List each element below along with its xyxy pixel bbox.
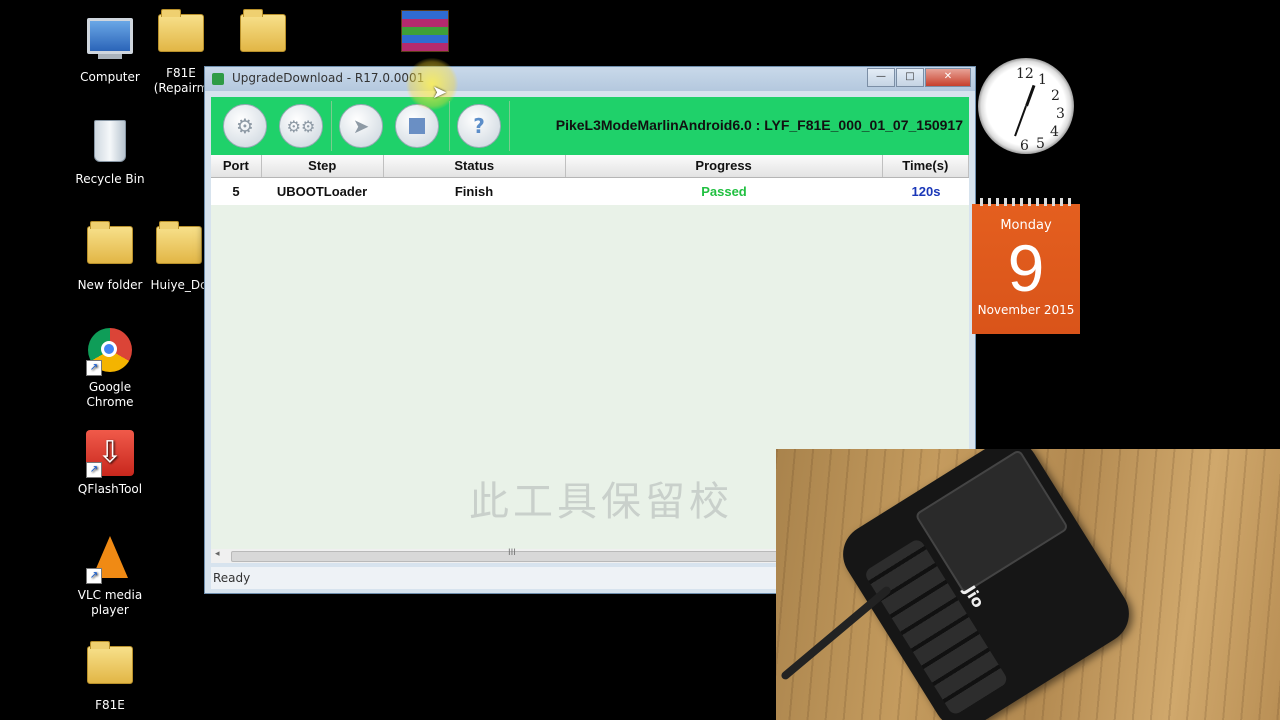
clock-face: 12 1 2 3 4 5 6 xyxy=(978,58,1074,154)
clock-number: 6 xyxy=(1020,138,1029,154)
desktop-icon-label: Google Chrome xyxy=(86,380,134,409)
desktop-icon-folder[interactable] xyxy=(228,8,298,66)
toolbar-separator xyxy=(509,101,510,151)
clock-gadget[interactable]: 12 1 2 3 4 5 6 xyxy=(978,58,1074,176)
calendar-rings xyxy=(980,198,1072,206)
help-icon: ? xyxy=(473,114,485,138)
clock-number: 1 xyxy=(1038,72,1047,88)
desktop-icon-qflashtool[interactable]: ⇩ ↗ QFlashTool xyxy=(75,430,145,497)
cell-progress: Passed xyxy=(701,184,747,199)
cell-time: 120s xyxy=(911,184,941,199)
clock-number: 4 xyxy=(1050,124,1059,140)
close-button[interactable]: ✕ xyxy=(925,68,971,87)
clock-number: 3 xyxy=(1056,106,1065,122)
chrome-icon: ↗ xyxy=(86,328,134,376)
computer-icon xyxy=(86,18,134,66)
scroll-left-icon[interactable]: ◂ xyxy=(215,549,220,559)
clock-hour-hand xyxy=(1025,84,1036,107)
desktop-icon-huiye[interactable]: Huiye_Do xyxy=(150,220,208,293)
mouse-cursor-icon: ➤ xyxy=(432,82,448,103)
maximize-button[interactable]: □ xyxy=(896,68,924,87)
desktop-icon-new-folder[interactable]: New folder xyxy=(75,220,145,293)
column-header-status[interactable]: Status xyxy=(384,155,566,177)
table-header: Port Step Status Progress Time(s) xyxy=(211,155,969,178)
clock-number: 2 xyxy=(1051,88,1060,104)
folder-icon xyxy=(155,221,203,274)
calendar-gadget[interactable]: Monday 9 November 2015 xyxy=(972,198,1080,334)
shortcut-arrow-icon: ↗ xyxy=(86,360,102,376)
minimize-button[interactable]: — xyxy=(867,68,895,87)
folder-icon xyxy=(157,9,205,62)
title-bar[interactable]: UpgradeDownload - R17.0.0001 — □ ✕ xyxy=(205,67,975,91)
toolbar-separator xyxy=(449,101,450,151)
desktop-icon-label: Computer xyxy=(80,70,140,84)
watermark-text: 此工具保留校 xyxy=(469,479,733,525)
desktop-icon-f81e[interactable]: F81E xyxy=(75,640,145,713)
scroll-grip: III xyxy=(508,548,516,558)
folder-icon xyxy=(239,9,287,62)
calendar-date: 9 xyxy=(1007,231,1045,305)
clock-number: 5 xyxy=(1036,136,1045,152)
settings-button[interactable]: ⚙⚙ xyxy=(279,104,323,148)
qflashtool-icon: ⇩ ↗ xyxy=(86,430,134,478)
column-header-time[interactable]: Time(s) xyxy=(883,155,969,177)
desktop-icon-f81e-repair[interactable]: F81E (Repairm xyxy=(150,8,212,96)
column-header-port[interactable]: Port xyxy=(211,155,262,177)
desktop-icon-chrome[interactable]: ↗ Google Chrome xyxy=(75,326,145,410)
desktop-icon-label: New folder xyxy=(77,278,143,292)
cell-status: Finish xyxy=(454,184,494,199)
desktop-icon-vlc[interactable]: ↗ VLC media player xyxy=(75,534,145,618)
desktop-icon-label: F81E (Repairm xyxy=(153,66,209,95)
table-row[interactable]: 5 UBOOTLoader Finish Passed 120s xyxy=(211,178,969,205)
help-button[interactable]: ? xyxy=(457,104,501,148)
column-header-step[interactable]: Step xyxy=(262,155,384,177)
stop-button[interactable] xyxy=(395,104,439,148)
desktop-icon-computer[interactable]: Computer xyxy=(75,12,145,85)
window-title: UpgradeDownload - R17.0.0001 xyxy=(232,71,425,85)
toolbar: ⚙ ⚙⚙ ➤ ? PikeL3ModeMarlinAndroid6.0 : LY… xyxy=(211,97,969,155)
recycle-bin-icon xyxy=(86,120,134,168)
clock-minute-hand xyxy=(1014,105,1027,137)
calendar-month: November 2015 xyxy=(977,303,1075,317)
settings-multi-icon: ⚙⚙ xyxy=(286,116,316,136)
folder-icon xyxy=(86,221,134,274)
desktop-icon-label: Recycle Bin xyxy=(75,172,145,186)
column-header-progress[interactable]: Progress xyxy=(566,155,883,177)
vlc-icon: ↗ xyxy=(86,536,134,584)
desktop-icon-recycle-bin[interactable]: Recycle Bin xyxy=(75,116,145,187)
desktop-icon-label: VLC media player xyxy=(77,588,143,617)
desktop-icon-label: Huiye_Do xyxy=(150,278,208,292)
app-icon xyxy=(212,73,224,85)
status-text: Ready xyxy=(213,571,251,585)
clock-number: 12 xyxy=(1016,66,1034,82)
stop-icon xyxy=(409,118,425,134)
winrar-icon xyxy=(401,10,449,58)
desktop-icon-winrar[interactable] xyxy=(390,8,460,62)
desktop-icon-label: F81E xyxy=(95,698,125,712)
desktop-icon-label: QFlashTool xyxy=(77,482,143,496)
load-packet-button[interactable]: ⚙ xyxy=(223,104,267,148)
cell-port: 5 xyxy=(232,184,240,199)
folder-icon xyxy=(86,641,134,694)
start-button[interactable]: ➤ xyxy=(339,104,383,148)
shortcut-arrow-icon: ↗ xyxy=(86,568,102,584)
firmware-label: PikeL3ModeMarlinAndroid6.0 : LYF_F81E_00… xyxy=(555,117,963,133)
start-icon: ➤ xyxy=(352,114,370,138)
cell-step: UBOOTLoader xyxy=(276,184,368,199)
scrollbar-thumb[interactable]: III xyxy=(231,548,793,562)
toolbar-separator xyxy=(331,101,332,151)
settings-icon: ⚙ xyxy=(236,114,254,138)
shortcut-arrow-icon: ↗ xyxy=(86,462,102,478)
camera-overlay: Jio xyxy=(776,449,1280,720)
